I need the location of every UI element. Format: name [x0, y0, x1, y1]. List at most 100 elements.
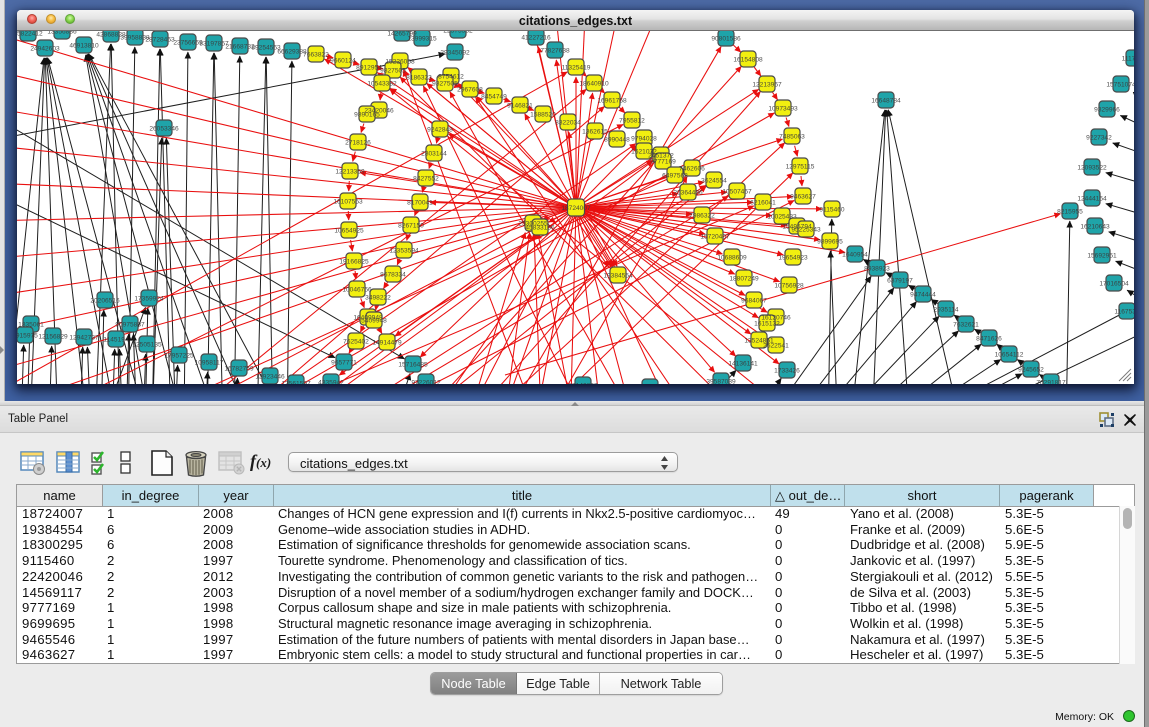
svg-text:12213967: 12213967 — [752, 81, 782, 88]
svg-text:2803144: 2803144 — [421, 150, 447, 157]
svg-text:8427552: 8427552 — [413, 175, 439, 182]
svg-text:9794028: 9794028 — [631, 135, 657, 142]
svg-text:9329966: 9329966 — [1094, 106, 1120, 113]
svg-text:8471626: 8471626 — [976, 335, 1002, 342]
svg-text:17957225: 17957225 — [164, 352, 194, 359]
svg-text:12353594: 12353594 — [389, 247, 419, 254]
svg-text:19654923: 19654923 — [778, 254, 808, 261]
svg-text:1145194: 1145194 — [103, 336, 129, 343]
svg-text:9242848: 9242848 — [427, 126, 453, 133]
svg-text:1117504: 1117504 — [1122, 55, 1134, 62]
svg-text:9463627: 9463627 — [790, 193, 816, 200]
svg-text:7663822: 7663822 — [303, 51, 329, 58]
svg-text:1615132: 1615132 — [754, 320, 780, 327]
svg-text:12156829: 12156829 — [38, 333, 68, 340]
svg-text:8454749: 8454749 — [481, 93, 507, 100]
svg-text:10756928: 10756928 — [774, 282, 804, 289]
svg-text:22575562: 22575562 — [443, 31, 473, 34]
svg-text:9146821: 9146821 — [507, 102, 533, 109]
svg-text:17016504: 17016504 — [1099, 280, 1129, 287]
svg-text:14136141: 14136141 — [728, 360, 758, 367]
svg-text:10973493: 10973493 — [768, 105, 798, 112]
svg-text:16648784: 16648784 — [871, 97, 901, 104]
svg-text:2967608: 2967608 — [457, 86, 483, 93]
svg-text:18724007: 18724007 — [561, 205, 591, 212]
svg-text:1588520: 1588520 — [530, 111, 556, 118]
svg-text:12923446: 12923446 — [255, 373, 285, 380]
svg-text:7485063: 7485063 — [779, 133, 805, 140]
svg-text:14914479: 14914479 — [372, 339, 402, 346]
svg-text:70291817: 70291817 — [1036, 379, 1066, 384]
svg-text:19384554: 19384554 — [603, 272, 633, 279]
svg-text:10654925: 10654925 — [334, 227, 364, 234]
svg-text:11325419: 11325419 — [562, 64, 591, 71]
svg-text:10543382: 10543382 — [367, 80, 397, 87]
svg-text:7462606: 7462606 — [679, 165, 705, 172]
svg-text:9777169: 9777169 — [650, 158, 676, 165]
svg-text:45833156: 45833156 — [525, 224, 555, 231]
svg-text:19166825: 19166825 — [339, 258, 369, 265]
svg-text:26053346: 26053346 — [149, 125, 179, 132]
svg-text:97226012: 97226012 — [411, 379, 441, 384]
svg-text:16210643: 16210643 — [1080, 223, 1110, 230]
svg-text:3498222: 3498222 — [365, 294, 391, 301]
svg-text:15716485: 15716485 — [398, 361, 428, 368]
svg-text:1640954: 1640954 — [842, 251, 868, 258]
svg-text:12444154: 12444154 — [1077, 195, 1107, 202]
svg-text:13356886: 13356886 — [47, 31, 77, 35]
svg-text:8754612: 8754612 — [438, 73, 464, 80]
svg-text:10688609: 10688609 — [717, 254, 747, 261]
svg-text:9660124: 9660124 — [330, 57, 356, 64]
svg-text:39345092: 39345092 — [440, 49, 470, 56]
svg-text:10654112: 10654112 — [995, 351, 1024, 358]
svg-text:3915975: 3915975 — [17, 332, 38, 339]
svg-text:2522541: 2522541 — [763, 342, 789, 349]
svg-text:1835061: 1835061 — [18, 321, 44, 328]
svg-text:9474444: 9474444 — [910, 291, 936, 298]
svg-text:8678334: 8678334 — [380, 271, 406, 278]
svg-text:16154808: 16154808 — [733, 56, 763, 63]
svg-text:9115460: 9115460 — [819, 206, 845, 213]
svg-text:9827505: 9827505 — [380, 67, 406, 74]
svg-text:15692951: 15692951 — [1087, 252, 1117, 259]
svg-text:6497568: 6497568 — [662, 172, 688, 179]
svg-text:15751074: 15751074 — [1106, 81, 1134, 88]
svg-text:39587039: 39587039 — [706, 378, 736, 384]
svg-text:4335942: 4335942 — [318, 379, 344, 384]
svg-text:20206516: 20206516 — [90, 297, 120, 304]
svg-text:16107553: 16107553 — [333, 198, 363, 205]
svg-text:9327505: 9327505 — [432, 80, 458, 87]
svg-text:10958117: 10958117 — [195, 359, 224, 366]
svg-text:8170041: 8170041 — [407, 199, 433, 206]
svg-text:5409948: 5409948 — [361, 317, 387, 324]
svg-text:9899695: 9899695 — [817, 238, 843, 245]
svg-text:1733426: 1733426 — [774, 367, 800, 374]
svg-text:8215955: 8215955 — [1057, 208, 1083, 215]
svg-text:90801586: 90801586 — [711, 35, 741, 42]
svg-text:41227216: 41227216 — [521, 34, 551, 41]
svg-text:12093522: 12093522 — [1077, 164, 1107, 171]
svg-text:12942737: 12942737 — [69, 334, 99, 341]
svg-text:6379197: 6379197 — [887, 277, 913, 284]
svg-text:2935114: 2935114 — [933, 306, 959, 313]
svg-text:1167533: 1167533 — [1114, 308, 1134, 315]
svg-text:18807249: 18807249 — [729, 275, 759, 282]
svg-text:7986322: 7986322 — [689, 212, 715, 219]
svg-text:12213369: 12213369 — [335, 168, 365, 175]
svg-text:90975887: 90975887 — [115, 321, 145, 328]
svg-text:9245652: 9245652 — [1018, 366, 1044, 373]
svg-text:12975115: 12975115 — [786, 163, 815, 170]
svg-text:95822412: 95822412 — [17, 31, 43, 37]
svg-text:9227342: 9227342 — [1086, 134, 1112, 141]
svg-text:17359924: 17359924 — [134, 295, 164, 302]
svg-text:10025433: 10025433 — [767, 213, 797, 220]
svg-text:20364436: 20364436 — [673, 189, 703, 196]
svg-text:8267150: 8267150 — [398, 222, 424, 229]
svg-text:6216041: 6216041 — [750, 199, 776, 206]
svg-text:83140807: 83140807 — [568, 382, 598, 384]
svg-text:2718126: 2718126 — [345, 139, 371, 146]
svg-text:7625402: 7625402 — [343, 338, 369, 345]
svg-text:16782759: 16782759 — [224, 365, 254, 372]
svg-text:28728463: 28728463 — [145, 36, 175, 43]
svg-text:15720407: 15720407 — [700, 233, 730, 240]
